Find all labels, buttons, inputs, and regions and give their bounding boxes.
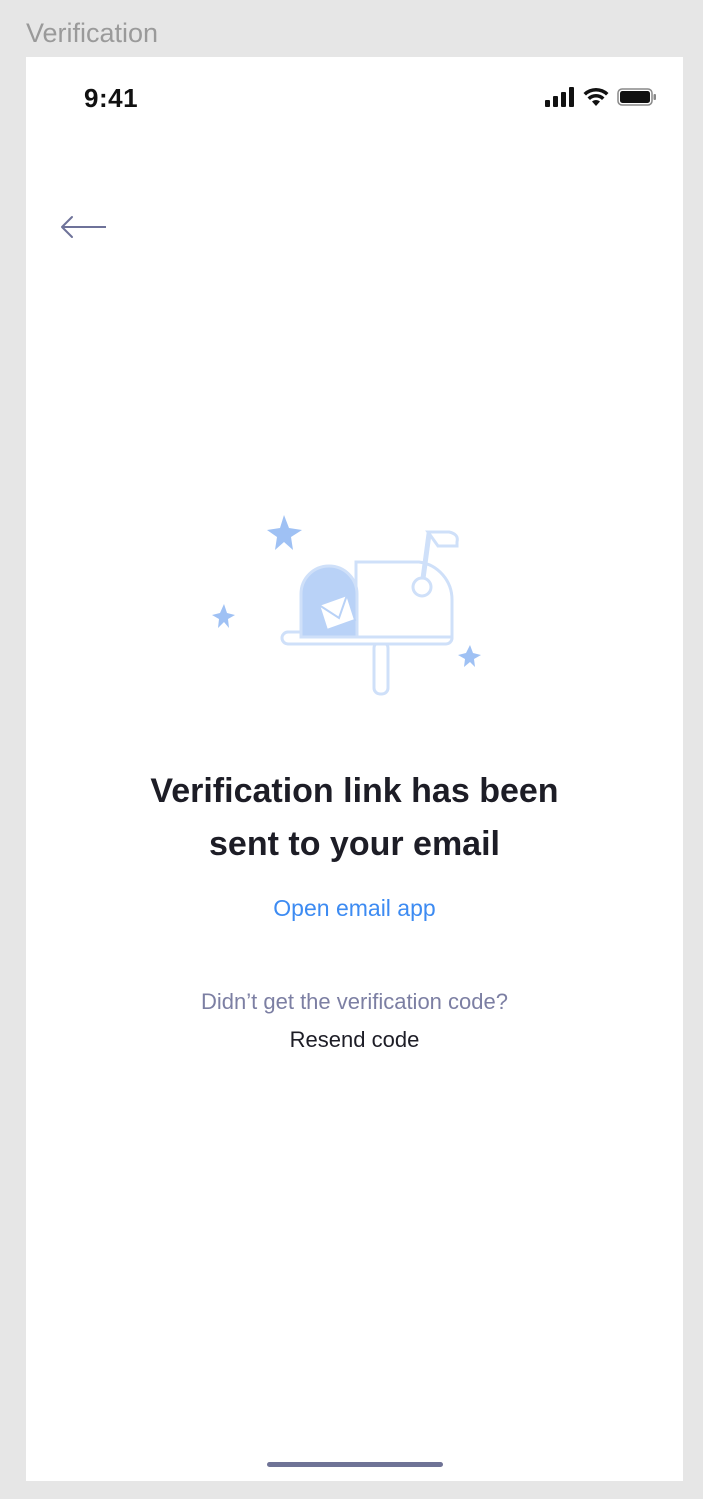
status-bar-time: 9:41: [84, 83, 139, 113]
frame-title: Verification: [26, 18, 159, 48]
battery-icon: [617, 88, 656, 106]
resend-prompt-text: Didn’t get the verification code?: [201, 989, 508, 1014]
heading-line-2: sent to your email: [209, 825, 500, 863]
cellular-signal-icon: [545, 87, 574, 107]
heading-line-1: Verification link has been: [150, 772, 559, 810]
mailbox-with-letter-illustration: [212, 515, 481, 696]
open-email-app-link[interactable]: Open email app: [26, 895, 683, 922]
sparkle-icon: [267, 515, 302, 550]
resend-code-link[interactable]: Resend code: [26, 1027, 683, 1053]
arrow-left-icon: [61, 216, 106, 238]
wifi-icon: [583, 87, 609, 106]
back-button[interactable]: [56, 207, 112, 247]
home-indicator[interactable]: [267, 1462, 443, 1467]
phone-screen: 9:41 Verification link has been sent to …: [26, 57, 683, 1481]
status-bar-icons: [545, 85, 657, 109]
sparkle-icon: [458, 645, 481, 667]
sparkle-icon: [212, 604, 235, 628]
confirmation-heading: Verification link has been sent to your …: [26, 765, 683, 871]
